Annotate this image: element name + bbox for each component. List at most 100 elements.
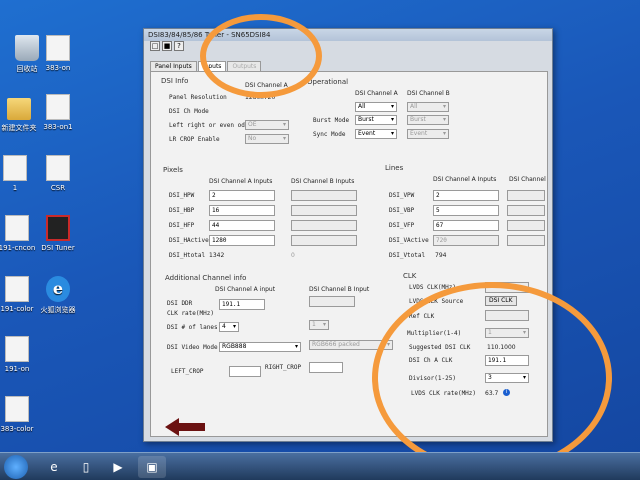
operational-b-select[interactable]: All	[407, 102, 449, 112]
pixels-col-b: DSI Channel B Inputs	[291, 178, 355, 185]
hbp-label: DSI_HBP	[169, 207, 195, 214]
burst-mode-b-select[interactable]: Burst	[407, 115, 449, 125]
burst-mode-label: Burst Mode	[313, 117, 350, 124]
hbp-b-input[interactable]	[291, 205, 357, 216]
lanes-a-select[interactable]: 4	[219, 322, 239, 332]
dsi-ch-mode-label: DSI Ch Mode	[169, 108, 209, 115]
hactive-b-input[interactable]	[291, 235, 357, 246]
lr-odd-label: Left right or even odd	[169, 122, 249, 129]
dsi-tuner-taskbar-icon[interactable]: ▣	[138, 456, 166, 478]
dsi-tuner-icon	[46, 215, 70, 241]
desktop-icon-browser[interactable]: e 火狐浏览器	[31, 276, 85, 315]
vpw-b-input[interactable]	[507, 190, 545, 201]
ie-taskbar-icon[interactable]: e	[40, 456, 68, 478]
lanes-b-select[interactable]: 1	[309, 320, 329, 330]
operational-col-b: DSI Channel B	[407, 90, 450, 97]
lanes-label: DSI # of lanes	[167, 324, 218, 331]
file-icon	[46, 35, 70, 61]
htotal-b-value: 0	[291, 252, 295, 259]
hpw-input[interactable]: 2	[209, 190, 275, 201]
operational-a-select[interactable]: All	[355, 102, 397, 112]
folder-taskbar-icon[interactable]: ▯	[72, 456, 100, 478]
right-crop-input[interactable]	[309, 362, 343, 373]
right-crop-label: RIGHT_CROP	[265, 364, 302, 371]
additional-col-b: DSI Channel B Input	[309, 286, 370, 293]
lr-odd-select[interactable]: OE	[245, 120, 289, 130]
htotal-value: 1342	[209, 252, 225, 259]
clk-heading: CLK	[403, 272, 417, 280]
vactive-b-input[interactable]	[507, 235, 545, 246]
desktop-icon-191-on[interactable]: 191-on	[0, 336, 44, 373]
ddr-label-2: CLK rate(MHz)	[167, 310, 214, 317]
hactive-label: DSI_HActive	[169, 237, 209, 244]
panel-resolution-label: Panel Resolution	[169, 94, 227, 101]
hfp-b-input[interactable]	[291, 220, 357, 231]
pixels-heading: Pixels	[163, 166, 183, 174]
browser-icon: e	[46, 276, 70, 302]
lr-crop-label: LR CROP Enable	[169, 136, 220, 143]
desktop-icon-csr[interactable]: CSR	[31, 155, 85, 192]
vfp-input[interactable]: 67	[433, 220, 499, 231]
lines-col-a: DSI Channel A Inputs	[433, 176, 497, 183]
hactive-input[interactable]: 1280	[209, 235, 275, 246]
hpw-label: DSI_HPW	[169, 192, 195, 199]
annotation-circle-top	[200, 14, 322, 98]
start-button[interactable]	[4, 455, 28, 479]
file-icon	[5, 276, 29, 302]
ddr-label: DSI DDR	[167, 300, 193, 307]
file-icon	[46, 155, 70, 181]
file-icon	[46, 94, 70, 120]
vactive-input[interactable]: 720	[433, 235, 499, 246]
video-mode-label: DSI Video Mode	[167, 344, 218, 351]
operational-col-a: DSI Channel A	[355, 90, 398, 97]
media-player-icon[interactable]: ▶	[104, 456, 132, 478]
desktop-icon-383-color[interactable]: 383-color	[0, 396, 44, 433]
file-icon	[3, 155, 27, 181]
hfp-label: DSI_HFP	[169, 222, 195, 229]
burst-mode-a-select[interactable]: Burst	[355, 115, 397, 125]
htotal-label: DSI_Htotal	[169, 252, 206, 259]
sync-mode-label: Sync Mode	[313, 131, 346, 138]
desktop-icon-383-on[interactable]: 383-on	[31, 35, 85, 72]
annotation-circle-bottom	[372, 282, 612, 474]
vfp-label: DSI_VFP	[389, 222, 415, 229]
vactive-label: DSI_VActive	[389, 237, 429, 244]
taskbar: e ▯ ▶ ▣	[0, 452, 640, 480]
hfp-input[interactable]: 44	[209, 220, 275, 231]
vbp-label: DSI_VBP	[389, 207, 415, 214]
help-icon[interactable]: ?	[174, 41, 184, 51]
video-mode-a-select[interactable]: RGB888	[219, 342, 301, 352]
vpw-input[interactable]: 2	[433, 190, 499, 201]
lines-heading: Lines	[385, 164, 404, 172]
vbp-b-input[interactable]	[507, 205, 545, 216]
file-icon	[5, 215, 29, 241]
sync-mode-a-select[interactable]: Event	[355, 129, 397, 139]
dsi-info-heading: DSI Info	[161, 77, 189, 85]
ddr-b-input[interactable]	[309, 296, 355, 307]
folder-icon	[7, 98, 31, 120]
file-icon	[5, 396, 29, 422]
vtotal-label: DSI_Vtotal	[389, 252, 426, 259]
pixels-col-a: DSI Channel A Inputs	[209, 178, 273, 185]
desktop-icon-383-on1[interactable]: 383-on1	[31, 94, 85, 131]
lines-col-b: DSI Channel	[509, 176, 546, 183]
left-crop-input[interactable]	[229, 366, 261, 377]
new-icon[interactable]: □	[150, 41, 160, 51]
toolbar: □ ■ ?	[150, 41, 184, 53]
vfp-b-input[interactable]	[507, 220, 545, 231]
desktop-icon-dsi-tuner[interactable]: DSI Tuner	[31, 215, 85, 252]
left-crop-label: LEFT_CROP	[171, 368, 204, 375]
back-arrow-icon[interactable]	[165, 418, 205, 436]
file-icon	[5, 336, 29, 362]
lr-crop-select[interactable]: No	[245, 134, 289, 144]
hpw-b-input[interactable]	[291, 190, 357, 201]
ddr-input[interactable]: 191.1	[219, 299, 265, 310]
sync-mode-b-select[interactable]: Event	[407, 129, 449, 139]
additional-col-a: DSI Channel A input	[215, 286, 276, 293]
vpw-label: DSI_VPW	[389, 192, 415, 199]
operational-heading: Operational	[307, 78, 349, 86]
vtotal-value: 794	[435, 252, 447, 259]
hbp-input[interactable]: 16	[209, 205, 275, 216]
vbp-input[interactable]: 5	[433, 205, 499, 216]
save-icon[interactable]: ■	[162, 41, 172, 51]
